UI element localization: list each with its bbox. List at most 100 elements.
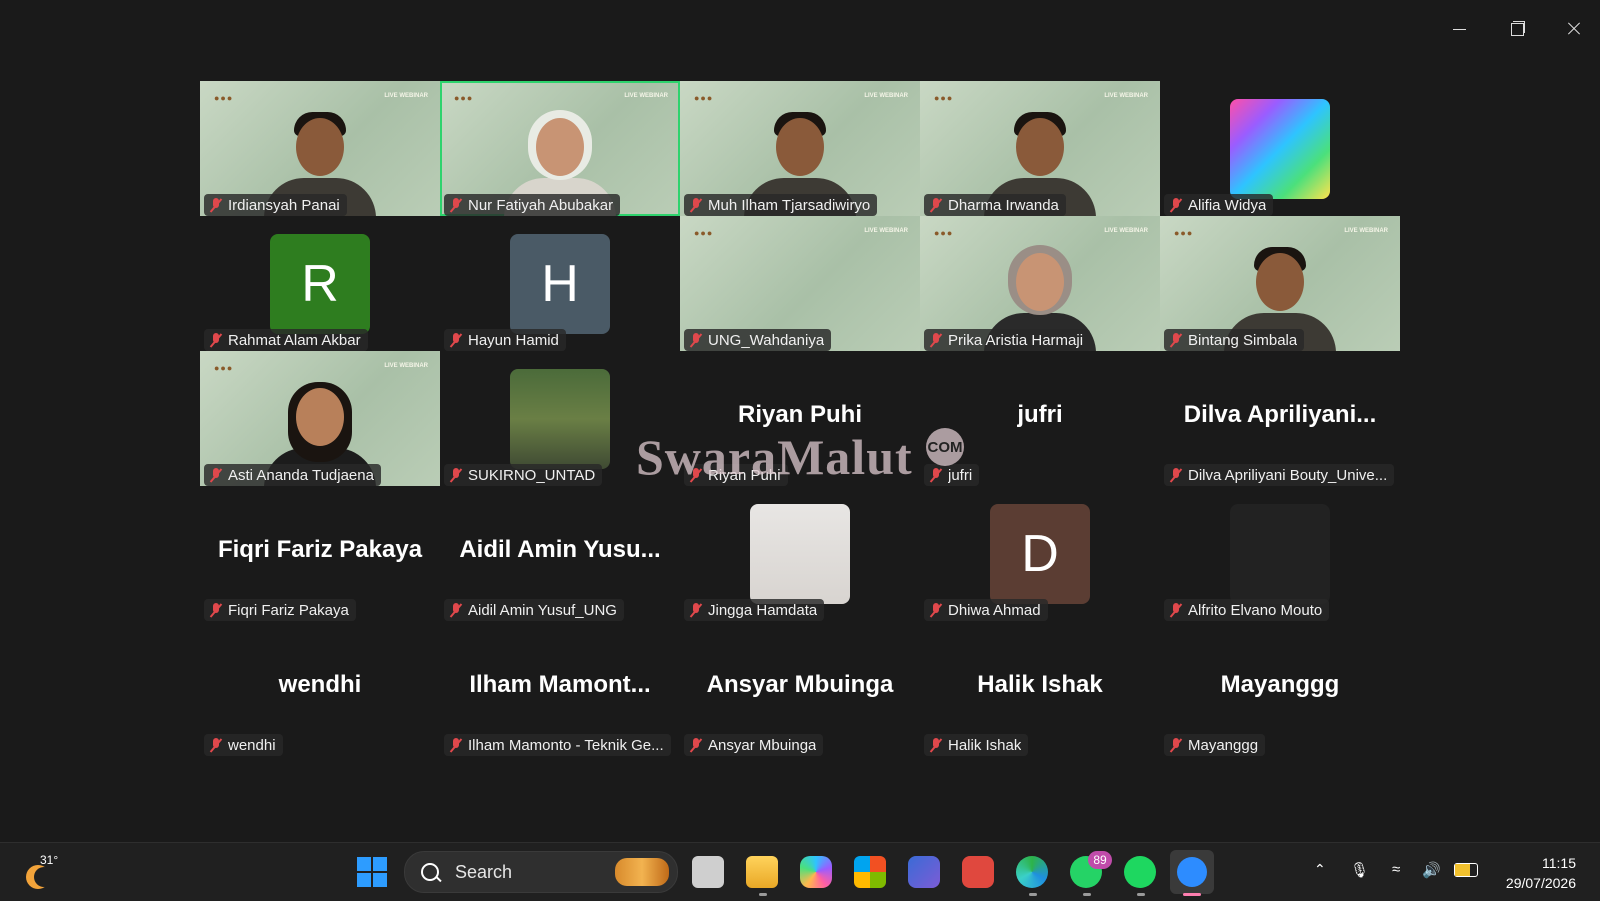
- spotify-icon[interactable]: [1124, 856, 1156, 888]
- participant-tile[interactable]: ●●● LIVE WEBINAR Bintang Simbala: [1160, 216, 1400, 351]
- muted-mic-icon: [449, 468, 463, 482]
- participant-display-name: Riyan Puhi: [737, 401, 863, 428]
- search-box[interactable]: [404, 851, 678, 893]
- copilot-icon[interactable]: [800, 856, 832, 888]
- avatar: [510, 369, 610, 469]
- participant-display-name: Aidil Amin Yusu...: [459, 536, 661, 563]
- participant-name: Dharma Irwanda: [948, 196, 1059, 214]
- close-icon[interactable]: [1557, 14, 1590, 44]
- participant-display-name: jufri: [1017, 401, 1063, 428]
- participant-tile[interactable]: Dilva Apriliyani... Dilva Apriliyani Bout…: [1160, 351, 1400, 486]
- participant-tile[interactable]: Jingga Hamdata: [680, 486, 920, 621]
- participant-name: Muh Ilham Tjarsadiwiryo: [708, 196, 871, 214]
- participant-tile[interactable]: ●●● LIVE WEBINAR UNG_Wahdaniya: [680, 216, 920, 351]
- clock[interactable]: 11:15 29/07/2026: [1506, 853, 1576, 893]
- participant-tile[interactable]: Ilham Mamont... Ilham Mamonto - Teknik Ge…: [440, 621, 680, 756]
- participant-tile[interactable]: D Dhiwa Ahmad: [920, 486, 1160, 621]
- logo-icon: ●●●: [934, 93, 954, 103]
- participant-name: Mayanggg: [1188, 736, 1259, 754]
- window-controls: [1443, 14, 1590, 44]
- chevron-up-icon[interactable]: ⌃: [1314, 861, 1326, 878]
- edge-icon[interactable]: [1016, 856, 1048, 888]
- microsoft-store-icon[interactable]: [854, 856, 886, 888]
- name-label: Rahmat Alam Akbar: [204, 329, 368, 351]
- muted-mic-icon: [929, 198, 943, 212]
- participant-tile[interactable]: H Hayun Hamid: [440, 216, 680, 351]
- participant-tile[interactable]: Fiqri Fariz Pakaya Fiqri Fariz Pakaya: [200, 486, 440, 621]
- participant-name: jufri: [948, 466, 973, 484]
- participant-name: Prika Aristia Harmaji: [948, 331, 1084, 349]
- logo-icon: ●●●: [454, 93, 474, 103]
- file-explorer-indicator: [759, 893, 767, 896]
- participant-tile[interactable]: Halik Ishak Halik Ishak: [920, 621, 1160, 756]
- start-button[interactable]: [357, 857, 387, 887]
- muted-mic-icon: [929, 738, 943, 752]
- participant-tile[interactable]: jufri jufri: [920, 351, 1160, 486]
- muted-mic-icon: [689, 333, 703, 347]
- participant-name: SUKIRNO_UNTAD: [468, 466, 596, 484]
- whatsapp-badge: 89: [1088, 851, 1112, 869]
- wifi-icon[interactable]: ≈: [1392, 861, 1400, 878]
- logo-icon: ●●●: [1174, 228, 1194, 238]
- participant-tile[interactable]: ●●● LIVE WEBINAR Asti Ananda Tudjaena: [200, 351, 440, 486]
- muted-mic-icon: [929, 333, 943, 347]
- avatar: [1230, 99, 1330, 199]
- zoom-icon[interactable]: [1177, 857, 1207, 887]
- name-label: Mayanggg: [1164, 734, 1266, 756]
- name-label: Dilva Apriliyani Bouty_Unive...: [1164, 464, 1395, 486]
- participant-name: UNG_Wahdaniya: [708, 331, 825, 349]
- battery-icon[interactable]: [1454, 863, 1478, 877]
- participant-tile[interactable]: ●●● LIVE WEBINAR Nur Fatiyah Abubakar: [440, 81, 680, 216]
- name-label: Aidil Amin Yusuf_UNG: [444, 599, 624, 621]
- participant-tile[interactable]: Alfrito Elvano Mouto: [1160, 486, 1400, 621]
- muted-mic-icon: [929, 468, 943, 482]
- participant-name: Fiqri Fariz Pakaya: [228, 601, 349, 619]
- participant-name: Rahmat Alam Akbar: [228, 331, 361, 349]
- participant-tile[interactable]: Aidil Amin Yusu... Aidil Amin Yusuf_UNG: [440, 486, 680, 621]
- volume-icon[interactable]: 🔊: [1422, 861, 1441, 879]
- participant-tile[interactable]: wendhi wendhi: [200, 621, 440, 756]
- participant-tile[interactable]: ●●● LIVE WEBINAR Prika Aristia Harmaji: [920, 216, 1160, 351]
- avatar: D: [990, 504, 1090, 604]
- participant-display-name: Fiqri Fariz Pakaya: [217, 536, 423, 563]
- name-label: Irdiansyah Panai: [204, 194, 347, 216]
- microphone-icon[interactable]: 🎙: [1350, 861, 1369, 879]
- muted-mic-icon: [449, 198, 463, 212]
- logo-icon: ●●●: [214, 93, 234, 103]
- watermark-suffix: COM: [926, 428, 964, 466]
- participant-tile[interactable]: ●●● LIVE WEBINAR Muh Ilham Tjarsadiwiryo: [680, 81, 920, 216]
- muted-mic-icon: [209, 333, 223, 347]
- task-view-icon[interactable]: [692, 856, 724, 888]
- name-label: UNG_Wahdaniya: [684, 329, 832, 351]
- muted-mic-icon: [1169, 333, 1183, 347]
- battery-fill: [1455, 864, 1471, 876]
- muted-mic-icon: [929, 603, 943, 617]
- video-badge: LIVE WEBINAR: [624, 93, 668, 99]
- muted-mic-icon: [209, 468, 223, 482]
- name-label: Dhiwa Ahmad: [924, 599, 1048, 621]
- presentation-icon[interactable]: [962, 856, 994, 888]
- muted-mic-icon: [689, 198, 703, 212]
- participant-tile[interactable]: Mayanggg Mayanggg: [1160, 621, 1400, 756]
- search-input[interactable]: [453, 860, 617, 884]
- minimize-icon[interactable]: [1443, 14, 1476, 44]
- participant-tile[interactable]: ●●● LIVE WEBINAR Dharma Irwanda: [920, 81, 1160, 216]
- muted-mic-icon: [1169, 603, 1183, 617]
- participant-tile[interactable]: Ansyar Mbuinga Ansyar Mbuinga: [680, 621, 920, 756]
- name-label: Ansyar Mbuinga: [684, 734, 824, 756]
- muted-mic-icon: [449, 738, 463, 752]
- participant-tile[interactable]: R Rahmat Alam Akbar: [200, 216, 440, 351]
- participant-display-name: Mayanggg: [1220, 671, 1340, 698]
- video-badge: LIVE WEBINAR: [384, 93, 428, 99]
- app-icon[interactable]: [908, 856, 940, 888]
- edge-indicator: [1029, 893, 1037, 896]
- participant-tile[interactable]: ●●● LIVE WEBINAR Irdiansyah Panai: [200, 81, 440, 216]
- participant-tile[interactable]: Alifia Widya: [1160, 81, 1400, 216]
- muted-mic-icon: [449, 333, 463, 347]
- restore-icon[interactable]: [1500, 14, 1533, 44]
- name-label: SUKIRNO_UNTAD: [444, 464, 603, 486]
- participant-name: Jingga Hamdata: [708, 601, 818, 619]
- file-explorer-icon[interactable]: [746, 856, 778, 888]
- weather-widget[interactable]: 31°: [22, 853, 62, 893]
- participant-name: Dhiwa Ahmad: [948, 601, 1041, 619]
